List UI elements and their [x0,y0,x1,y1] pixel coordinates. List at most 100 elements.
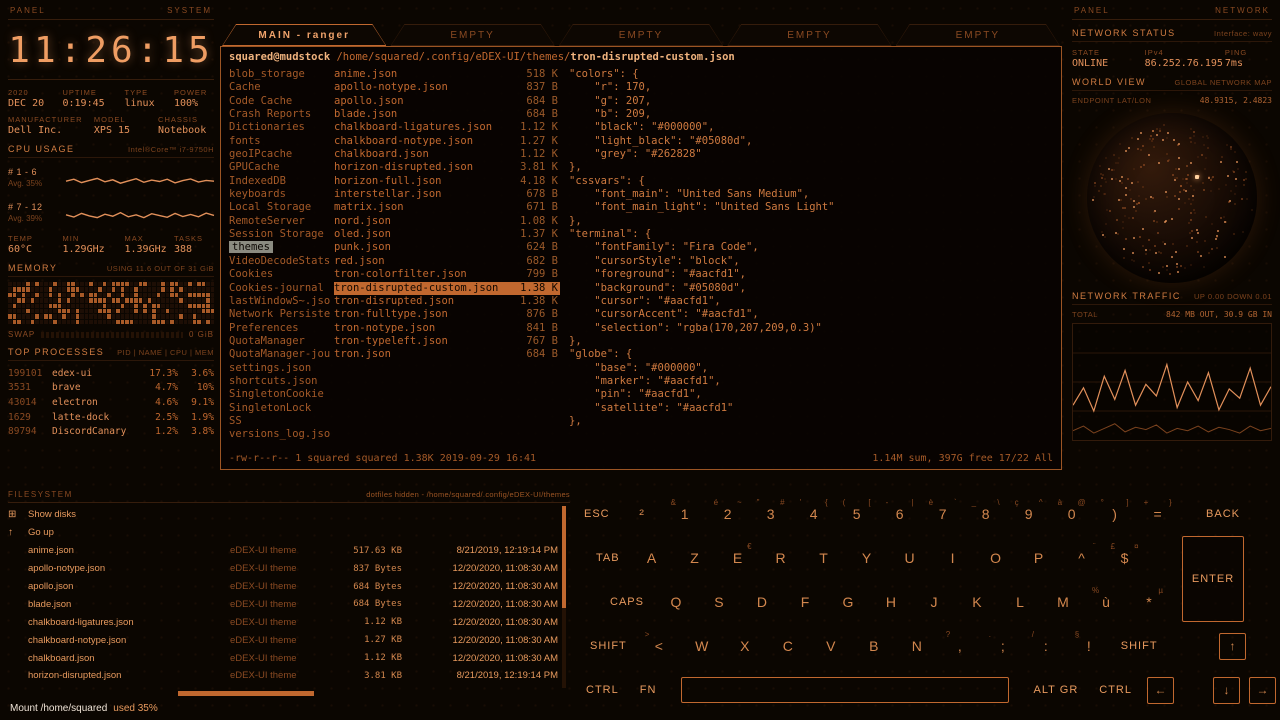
filesystem-row[interactable]: horizon-disrupted.jsoneDEX-UI theme3.81 … [8,667,558,685]
key-w[interactable]: W [685,627,719,665]
key-tab[interactable]: TAB [590,539,626,577]
key-k[interactable]: K [960,583,994,621]
processes-section-header: TOP PROCESSES PID | NAME | CPU | MEM [8,347,214,361]
key-j[interactable]: J [917,583,951,621]
terminal-tab-3[interactable]: EMPTY [559,24,723,46]
key-back[interactable]: BACK [1200,495,1246,533]
filesystem-scrollbar-vertical[interactable] [562,506,566,688]
key-p[interactable]: P [1022,539,1056,577]
key-sym-1-11[interactable]: ^¨ [1065,539,1099,577]
key-8[interactable]: _8\ [969,495,1003,533]
globe-dot [1234,151,1236,153]
key-0[interactable]: à0@ [1055,495,1089,533]
scrollbar-thumb[interactable] [562,506,566,608]
key-esc[interactable]: ESC [578,495,616,533]
key-3[interactable]: "3# [754,495,788,533]
terminal-tab-5[interactable]: EMPTY [896,24,1060,46]
key-q[interactable]: Q [659,583,693,621]
key-sym-3-9[interactable]: .; [986,627,1020,665]
key-y[interactable]: Y [850,539,884,577]
key-fn[interactable]: FN [634,671,663,709]
key-h[interactable]: H [874,583,908,621]
key-1[interactable]: &1 [668,495,702,533]
key-7[interactable]: è7` [926,495,960,533]
key-o[interactable]: O [979,539,1013,577]
key-e[interactable]: E€ [721,539,755,577]
filesystem-row[interactable]: chalkboard-notype.jsoneDEX-UI theme1.27 … [8,631,558,649]
key-x[interactable]: X [728,627,762,665]
terminal[interactable]: MAIN - rangerEMPTYEMPTYEMPTYEMPTY square… [220,24,1062,470]
filesystem-action-go-up[interactable]: ↑Go up [8,524,558,542]
key-ctrl[interactable]: CTRL [1093,671,1138,709]
cpu-stat-label: MIN [62,234,122,243]
key-arrow-up[interactable]: ↑ [1219,633,1246,660]
terminal-tab-2[interactable]: EMPTY [390,24,554,46]
key-6[interactable]: -6| [883,495,917,533]
key-alt-gr[interactable]: ALT GR [1028,671,1085,709]
filesystem-action-show-disks[interactable]: ⊞Show disks [8,506,558,524]
terminal-screen[interactable]: squared@mudstock /home/squared/.config/e… [220,46,1062,470]
key-sym-2-12[interactable]: *µ [1132,583,1166,621]
key-sym-0-1[interactable]: ² [625,495,659,533]
filesystem-row[interactable]: apollo.jsoneDEX-UI theme684 Bytes12/20/2… [8,578,558,596]
keyboard-row-5: CTRLFNALT GRCTRL←↓→ [576,668,1276,712]
key-arrow-left[interactable]: ← [1147,677,1174,704]
globe-dot [1190,128,1192,130]
key-sym-3-11[interactable]: §! [1072,627,1106,665]
file-name: tron-disrupted.json [334,295,454,308]
key-sym-0-12[interactable]: °)] [1098,495,1132,533]
key-space[interactable] [681,677,1008,703]
key-m[interactable]: M [1046,583,1080,621]
key-d[interactable]: D [745,583,779,621]
globe-dot [1180,185,1182,187]
key-9[interactable]: ç9^ [1012,495,1046,533]
globe-dot [1235,178,1237,180]
key-t[interactable]: T [807,539,841,577]
key-sym-0-13[interactable]: +=} [1141,495,1175,533]
filesystem-scrollbar-horizontal[interactable] [178,691,314,696]
globe-dot [1183,189,1185,191]
file-name: red.json [334,255,385,268]
key-4[interactable]: '4{ [797,495,831,533]
key-caps[interactable]: CAPS [604,583,650,621]
key-i[interactable]: I [936,539,970,577]
terminal-tab-1[interactable]: MAIN - ranger [222,24,386,46]
key-sym-2-11[interactable]: %ù [1089,583,1123,621]
key-ctrl[interactable]: CTRL [580,671,625,709]
key-v[interactable]: V [814,627,848,665]
key-arrow-right[interactable]: → [1249,677,1276,704]
filesystem-row[interactable]: apollo-notype.jsoneDEX-UI theme837 Bytes… [8,560,558,578]
key-z[interactable]: Z [678,539,712,577]
key-altgr-glyph: [ [868,498,870,507]
key-sym-1-12[interactable]: £$¤ [1108,539,1142,577]
key-r[interactable]: R [764,539,798,577]
sysinfo-item-value: 100% [174,98,214,109]
ranger-file: matrix.json671 B [334,201,560,214]
key-sym-3-8[interactable]: ?, [943,627,977,665]
key-2[interactable]: é2~ [711,495,745,533]
key-s[interactable]: S [702,583,736,621]
key-u[interactable]: U [893,539,927,577]
key-sym-3-10[interactable]: /: [1029,627,1063,665]
key-sym-3-1[interactable]: >< [642,627,676,665]
file-size: 4.18 K [520,175,560,188]
key-enter[interactable]: ENTER [1182,536,1244,622]
key-shift-glyph: § [1075,630,1079,639]
key-n[interactable]: N [900,627,934,665]
key-arrow-down[interactable]: ↓ [1213,677,1240,704]
key-b[interactable]: B [857,627,891,665]
terminal-tab-4[interactable]: EMPTY [727,24,891,46]
globe-dot [1237,168,1239,170]
key-5[interactable]: (5[ [840,495,874,533]
key-g[interactable]: G [831,583,865,621]
filesystem-row[interactable]: chalkboard-ligatures.jsoneDEX-UI theme1.… [8,613,558,631]
key-shift[interactable]: SHIFT [1115,627,1164,665]
filesystem-row[interactable]: chalkboard.jsoneDEX-UI theme1.12 KB12/20… [8,649,558,667]
key-f[interactable]: F [788,583,822,621]
key-c[interactable]: C [771,627,805,665]
key-l[interactable]: L [1003,583,1037,621]
filesystem-row[interactable]: blade.jsoneDEX-UI theme684 Bytes12/20/20… [8,595,558,613]
key-shift[interactable]: SHIFT [584,627,633,665]
key-a[interactable]: A [635,539,669,577]
filesystem-row[interactable]: anime.jsoneDEX-UI theme517.63 KB8/21/201… [8,542,558,560]
